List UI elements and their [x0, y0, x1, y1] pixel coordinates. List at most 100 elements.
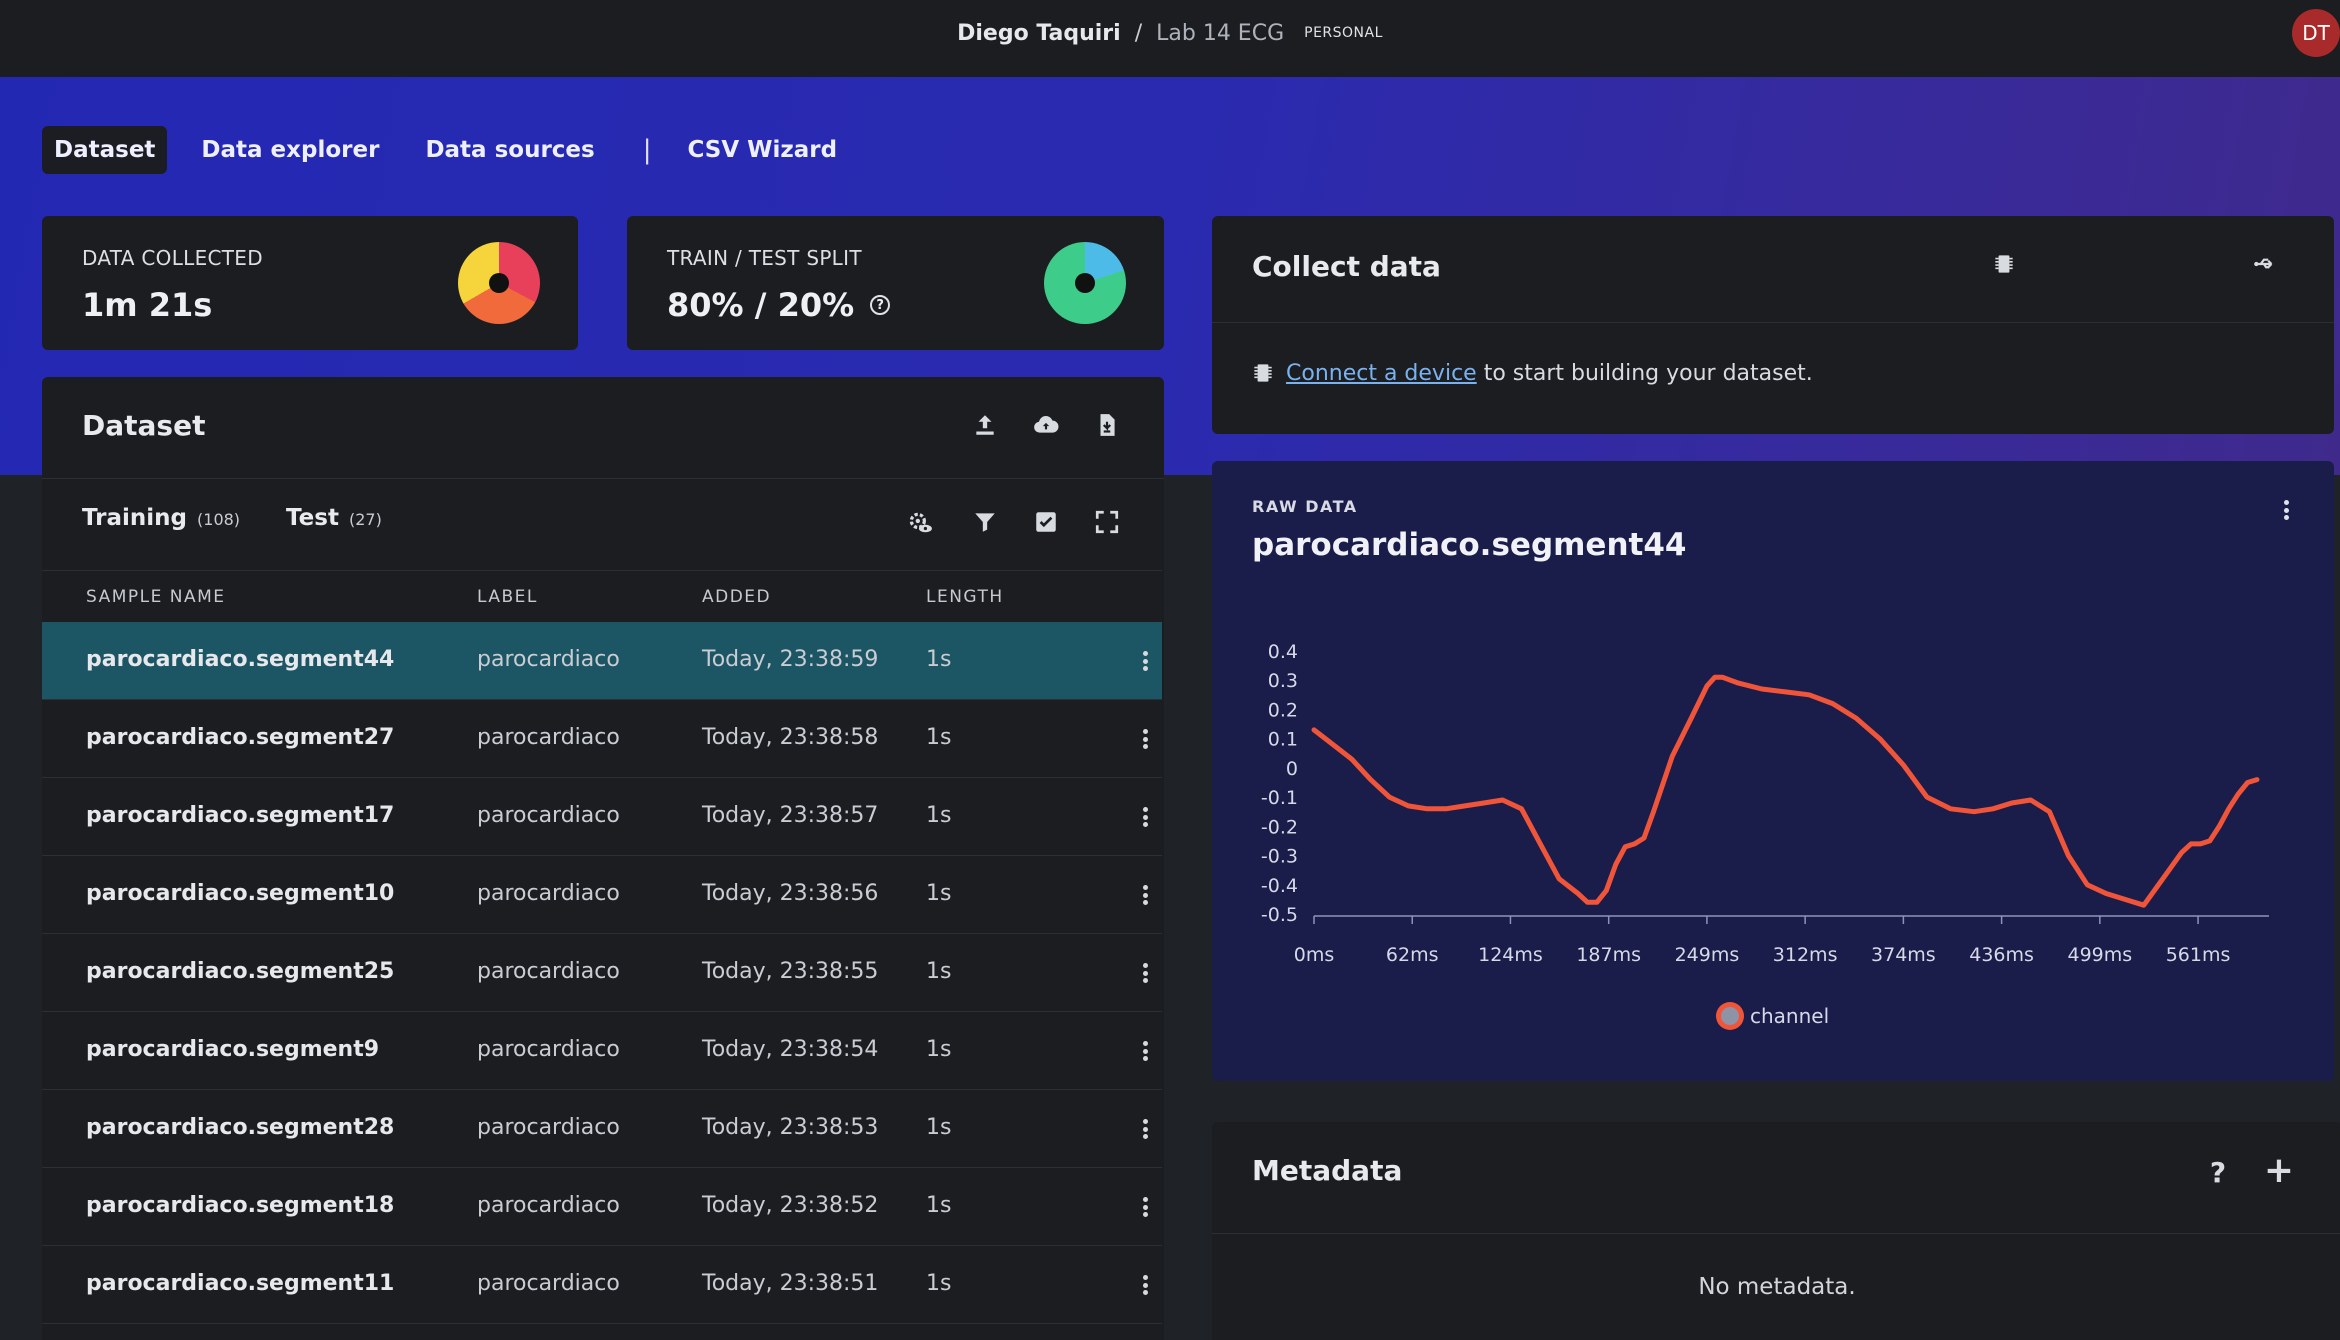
select-checkbox-icon[interactable]	[1028, 504, 1064, 540]
length-cell: 1s	[926, 959, 952, 984]
row-menu-icon[interactable]	[1136, 1194, 1154, 1220]
project-type-badge: PERSONAL	[1304, 25, 1383, 41]
labels-pie-icon	[458, 242, 540, 324]
device-chip-icon[interactable]	[1986, 246, 2022, 282]
added-cell: Today, 23:38:52	[702, 1193, 879, 1218]
metadata-title: Metadata	[1252, 1154, 1403, 1187]
table-row[interactable]: parocardiaco.segment44 parocardiaco Today,…	[42, 622, 1162, 700]
y-tick-label: -0.3	[1261, 846, 1298, 868]
train-test-split-label: TRAIN / TEST SPLIT	[667, 246, 862, 270]
label-cell: parocardiaco	[477, 803, 620, 828]
sample-name-cell: parocardiaco.segment9	[86, 1037, 380, 1062]
legend-marker-inner	[1721, 1007, 1739, 1025]
tab-training[interactable]: Training (108)	[82, 505, 240, 531]
filter-icon[interactable]	[967, 504, 1003, 540]
x-tick-label: 124ms	[1478, 944, 1543, 966]
usb-icon[interactable]	[2247, 246, 2283, 282]
help-icon[interactable]: ?	[870, 295, 891, 315]
dataset-panel: Dataset Training (108) Test (27) SAMPLE …	[42, 377, 1164, 1340]
data-collected-label: DATA COLLECTED	[82, 246, 263, 270]
breadcrumb: Diego Taquiri / Lab 14 ECG PERSONAL	[0, 0, 2340, 66]
train-test-split-card: TRAIN / TEST SPLIT 80% / 20% ?	[627, 216, 1164, 350]
length-cell: 1s	[926, 1193, 952, 1218]
col-added[interactable]: ADDED	[702, 587, 771, 607]
data-collected-number: 1m 21s	[82, 286, 213, 324]
label-cell: parocardiaco	[477, 1271, 620, 1296]
row-menu-icon[interactable]	[1136, 1272, 1154, 1298]
sample-name-cell: parocardiaco.segment18	[86, 1193, 395, 1218]
row-menu-icon[interactable]	[1136, 960, 1154, 986]
length-cell: 1s	[926, 1271, 952, 1296]
add-metadata-icon[interactable]: +	[2261, 1150, 2297, 1191]
label-cell: parocardiaco	[477, 1193, 620, 1218]
expand-icon[interactable]	[1089, 504, 1125, 540]
connect-device-text: to start building your dataset.	[1476, 360, 1813, 386]
training-count: (108)	[197, 510, 241, 529]
panel-divider	[42, 478, 1164, 479]
row-menu-icon[interactable]	[1136, 882, 1154, 908]
table-row[interactable]: parocardiaco.segment11 parocardiaco Today,…	[42, 1246, 1162, 1324]
tab-data-sources[interactable]: Data sources	[413, 126, 606, 174]
collect-data-title: Collect data	[1252, 250, 1441, 283]
legend-label[interactable]: channel	[1750, 1004, 1829, 1028]
upload-icon[interactable]	[967, 407, 1003, 443]
x-tick-label: 187ms	[1576, 944, 1641, 966]
no-metadata-message: No metadata.	[1698, 1274, 1856, 1300]
device-chip-small-icon	[1250, 360, 1276, 386]
col-label[interactable]: LABEL	[477, 587, 538, 607]
row-menu-icon[interactable]	[1136, 1116, 1154, 1142]
added-cell: Today, 23:38:51	[702, 1271, 879, 1296]
length-cell: 1s	[926, 1115, 952, 1140]
table-row[interactable]: parocardiaco.segment17 parocardiaco Today,…	[42, 778, 1162, 856]
data-collected-card: DATA COLLECTED 1m 21s	[42, 216, 578, 350]
label-cell: parocardiaco	[477, 647, 620, 672]
data-collected-value: 1m 21s	[82, 286, 212, 324]
table-row[interactable]: parocardiaco.segment9 parocardiaco Today, …	[42, 1012, 1162, 1090]
sample-name-cell: parocardiaco.segment25	[86, 959, 395, 984]
row-menu-icon[interactable]	[1136, 1038, 1154, 1064]
export-file-icon[interactable]	[1089, 407, 1125, 443]
test-count: (27)	[348, 510, 382, 529]
y-tick-label: 0	[1286, 758, 1298, 780]
page-tabs: Dataset Data explorer Data sources | CSV…	[42, 126, 871, 174]
metadata-help-icon[interactable]: ?	[2200, 1154, 2236, 1190]
panel-divider	[1212, 1233, 2340, 1234]
row-menu-icon[interactable]	[1136, 804, 1154, 830]
collect-data-panel: Collect data Connect a device to start b…	[1212, 216, 2334, 434]
row-menu-icon[interactable]	[1136, 648, 1154, 674]
row-menu-icon[interactable]	[1136, 726, 1154, 752]
y-tick-label: -0.4	[1261, 875, 1298, 897]
tab-test[interactable]: Test (27)	[286, 505, 382, 531]
project-name[interactable]: Lab 14 ECG	[1156, 21, 1284, 46]
col-sample-name[interactable]: SAMPLE NAME	[86, 587, 226, 607]
tab-dataset[interactable]: Dataset	[42, 126, 168, 174]
added-cell: Today, 23:38:55	[702, 959, 879, 984]
connect-device-link[interactable]: Connect a device	[1286, 361, 1477, 386]
x-tick-label: 561ms	[2166, 944, 2231, 966]
length-cell: 1s	[926, 1037, 952, 1062]
table-row[interactable]: parocardiaco.segment27 parocardiaco Today,…	[42, 700, 1162, 778]
breadcrumb-separator: /	[1134, 20, 1143, 46]
added-cell: Today, 23:38:54	[702, 1037, 879, 1062]
length-cell: 1s	[926, 647, 952, 672]
length-cell: 1s	[926, 803, 952, 828]
x-tick-label: 312ms	[1773, 944, 1838, 966]
x-tick-label: 374ms	[1871, 944, 1936, 966]
table-row[interactable]: parocardiaco.segment10 parocardiaco Today,…	[42, 856, 1162, 934]
table-row[interactable]: parocardiaco.segment25 parocardiaco Today,…	[42, 934, 1162, 1012]
tab-csv-wizard[interactable]: CSV Wizard	[675, 126, 849, 174]
view-settings-icon[interactable]	[902, 504, 938, 540]
sample-name-cell: parocardiaco.segment44	[86, 647, 395, 672]
y-tick-label: -0.5	[1261, 904, 1298, 926]
x-tick-label: 62ms	[1386, 944, 1439, 966]
table-row[interactable]: parocardiaco.segment28 parocardiaco Today,…	[42, 1090, 1162, 1168]
cloud-upload-icon[interactable]	[1028, 407, 1064, 443]
tab-data-explorer[interactable]: Data explorer	[189, 126, 391, 174]
org-name[interactable]: Diego Taquiri	[957, 21, 1121, 46]
col-length[interactable]: LENGTH	[926, 587, 1004, 607]
table-row[interactable]: parocardiaco.segment18 parocardiaco Today,…	[42, 1168, 1162, 1246]
added-cell: Today, 23:38:56	[702, 881, 879, 906]
train-test-split-number: 80% / 20%	[667, 286, 855, 324]
avatar[interactable]: DT	[2292, 9, 2340, 57]
added-cell: Today, 23:38:58	[702, 725, 879, 750]
